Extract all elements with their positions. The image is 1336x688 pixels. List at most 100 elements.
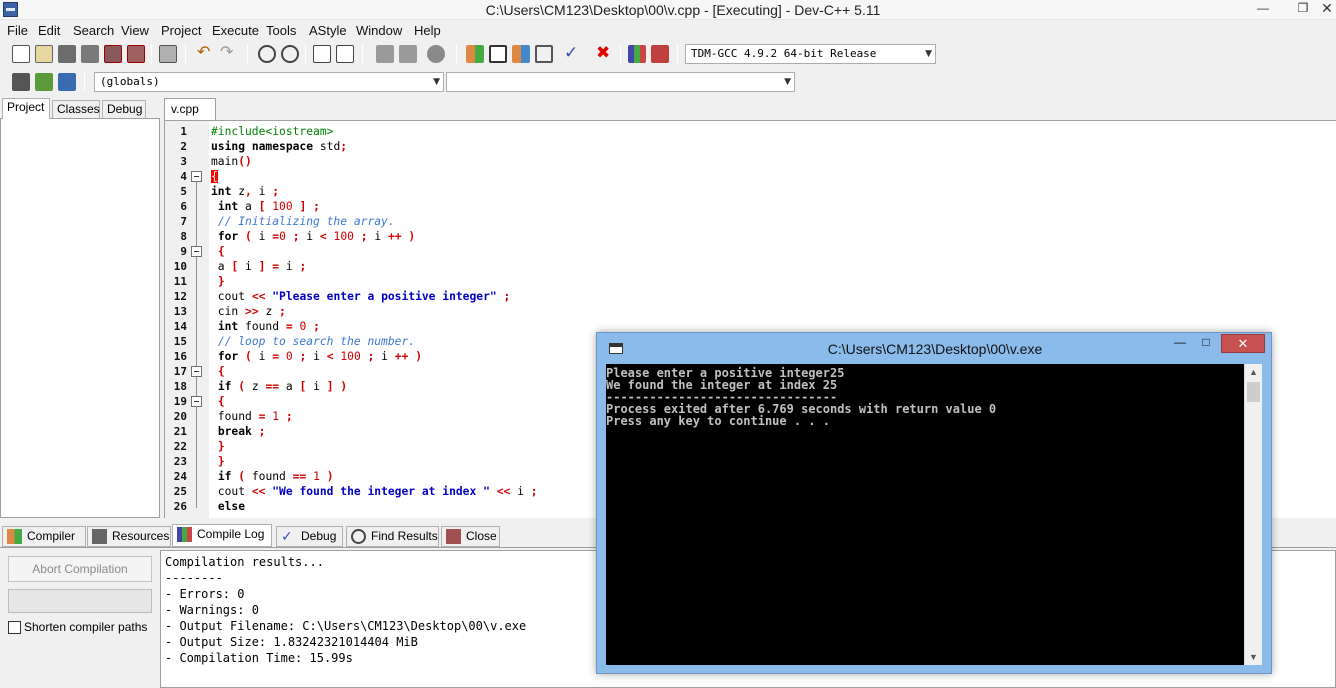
code-line: for ( i =0 ; i < 100 ; i ++ )	[217, 230, 416, 243]
toolbar-separator	[247, 44, 248, 64]
code-line: if ( found == 1 )	[217, 470, 334, 483]
menu-edit[interactable]: Edit	[38, 23, 60, 38]
tab-debug-bottom[interactable]: ✓ Debug	[276, 526, 343, 547]
shorten-paths-checkbox[interactable]	[8, 621, 21, 634]
menu-project[interactable]: Project	[161, 23, 201, 38]
menu-search[interactable]: Search	[73, 23, 114, 38]
compiler-select[interactable]: TDM-GCC 4.9.2 64-bit Release ▼	[685, 44, 936, 64]
tab-compile-log[interactable]: Compile Log	[172, 524, 272, 547]
code-line: cout << "We found the integer at index "…	[211, 485, 538, 498]
redo-icon[interactable]: ↷	[220, 45, 238, 63]
scroll-thumb[interactable]	[1247, 382, 1260, 402]
menu-help[interactable]: Help	[414, 23, 441, 38]
line-number: 21	[173, 425, 187, 438]
syntax-check-icon[interactable]: ✓	[564, 44, 582, 63]
member-select[interactable]: ▼	[446, 72, 795, 92]
compile-icon[interactable]	[466, 45, 484, 63]
menu-file[interactable]: File	[7, 23, 28, 38]
tab-project[interactable]: Project	[2, 98, 50, 119]
menu-window[interactable]: Window	[356, 23, 402, 38]
editor-tab-v-cpp[interactable]: v.cpp	[164, 98, 216, 121]
code-line: int z, i ;	[211, 185, 280, 198]
console-scrollbar[interactable]: ▲ ▼	[1244, 364, 1262, 665]
minimize-icon[interactable]: —	[1250, 0, 1276, 18]
close-file-icon[interactable]	[104, 45, 122, 63]
toggle-comment-icon[interactable]	[427, 45, 445, 63]
save-all-icon[interactable]	[81, 45, 99, 63]
stop-execution-icon[interactable]: ✖	[596, 44, 614, 63]
line-number: 7	[180, 215, 187, 228]
code-line: for ( i = 0 ; i < 100 ; i ++ )	[217, 350, 423, 363]
fold-line	[196, 257, 197, 283]
fold-toggle-icon[interactable]	[191, 366, 202, 377]
code-line: int a [ 100 ] ;	[217, 200, 320, 213]
run-icon[interactable]	[489, 45, 507, 63]
console-output[interactable]: Please enter a positive integer25 We foun…	[606, 364, 1262, 665]
console-window[interactable]: C:\Users\CM123\Desktop\00\v.exe — □ ✕ Pl…	[596, 332, 1272, 674]
menu-astyle[interactable]: AStyle	[309, 23, 347, 38]
code-line: cin >> z ;	[211, 305, 286, 318]
left-panel: Project Classes Debug	[0, 98, 160, 518]
code-line: found = 1 ;	[211, 410, 293, 423]
toolbar-separator	[456, 44, 457, 64]
save-icon[interactable]	[58, 45, 76, 63]
restore-icon[interactable]: ❐	[1290, 0, 1316, 18]
indent-icon[interactable]	[399, 45, 417, 63]
toolbar-separator	[677, 44, 678, 64]
print-icon[interactable]	[159, 45, 177, 63]
toolbar-separator	[151, 44, 152, 64]
tab-close[interactable]: Close	[441, 526, 500, 547]
secondary-toolbar: (globals) ▼ ▼	[0, 69, 1336, 97]
replace-icon[interactable]	[281, 45, 299, 63]
scroll-up-icon[interactable]: ▲	[1245, 364, 1262, 380]
profile-icon[interactable]	[628, 45, 646, 63]
unindent-icon[interactable]	[376, 45, 394, 63]
line-number: 25	[173, 485, 187, 498]
code-line: break ;	[217, 425, 266, 438]
toggle-bookmark-icon[interactable]	[58, 73, 76, 91]
fold-toggle-icon[interactable]	[191, 171, 202, 182]
console-close-icon[interactable]: ✕	[1221, 334, 1265, 353]
class-browser-icon[interactable]	[12, 73, 30, 91]
delete-profile-icon[interactable]	[651, 45, 669, 63]
scroll-down-icon[interactable]: ▼	[1245, 649, 1262, 665]
menu-tools[interactable]: Tools	[266, 23, 296, 38]
abort-compilation-button[interactable]: Abort Compilation	[8, 556, 152, 582]
rebuild-icon[interactable]	[535, 45, 553, 63]
new-file-icon[interactable]	[12, 45, 30, 63]
menu-view[interactable]: View	[121, 23, 149, 38]
title-bar[interactable]: C:\Users\CM123\Desktop\00\v.cpp - [Execu…	[0, 0, 1336, 20]
line-number: 5	[180, 185, 187, 198]
undo-icon[interactable]: ↶	[197, 45, 215, 63]
tab-debug[interactable]: Debug	[102, 100, 146, 119]
code-line: cout << "Please enter a positive integer…	[211, 290, 511, 303]
code-line: }	[217, 440, 225, 453]
scope-select[interactable]: (globals) ▼	[94, 72, 444, 92]
close-icon[interactable]: ✕	[1314, 0, 1336, 18]
tab-find-results[interactable]: Find Results	[346, 526, 439, 547]
fold-toggle-icon[interactable]	[191, 246, 202, 257]
insert-icon[interactable]	[35, 73, 53, 91]
project-tree[interactable]	[0, 118, 160, 518]
goto-line-icon[interactable]	[313, 45, 331, 63]
tab-classes[interactable]: Classes	[52, 100, 100, 119]
code-line: using namespace std;	[211, 140, 348, 153]
console-title-bar[interactable]: C:\Users\CM123\Desktop\00\v.exe — □ ✕	[597, 333, 1271, 363]
console-minimize-icon[interactable]: —	[1167, 335, 1193, 353]
bookmark-icon[interactable]	[336, 45, 354, 63]
menu-execute[interactable]: Execute	[212, 23, 259, 38]
code-line: }	[217, 455, 225, 468]
console-maximize-icon[interactable]: □	[1193, 335, 1219, 353]
line-number: 17	[173, 365, 187, 378]
line-number: 3	[180, 155, 187, 168]
line-number: 14	[173, 320, 187, 333]
tab-compiler[interactable]: Compiler	[2, 526, 86, 547]
find-icon[interactable]	[258, 45, 276, 63]
open-file-icon[interactable]	[35, 45, 53, 63]
fold-toggle-icon[interactable]	[191, 396, 202, 407]
line-number: 15	[173, 335, 187, 348]
chevron-down-icon: ▼	[925, 49, 932, 59]
close-all-icon[interactable]	[127, 45, 145, 63]
tab-resources[interactable]: Resources	[87, 526, 171, 547]
compile-run-icon[interactable]	[512, 45, 530, 63]
